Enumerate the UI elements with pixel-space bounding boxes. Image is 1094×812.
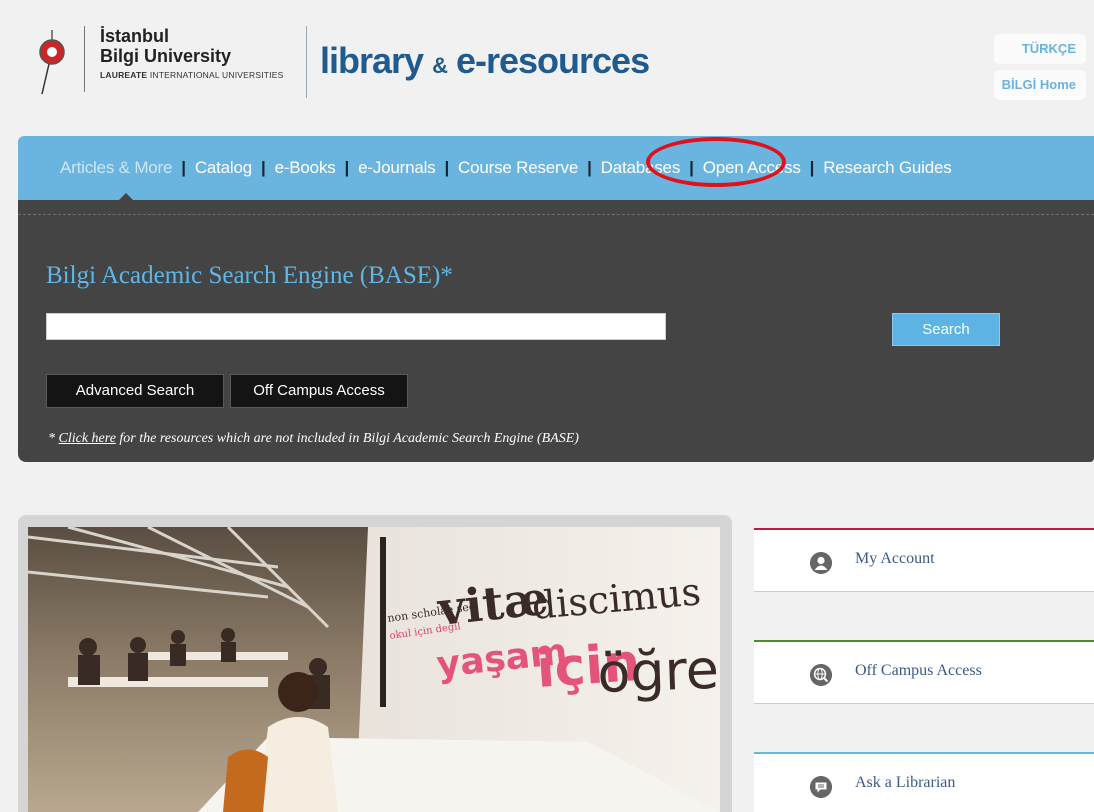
- logo-divider: [84, 26, 85, 92]
- sidebar-item-off-campus-access[interactable]: Off Campus Access: [754, 640, 1094, 704]
- header-divider: [306, 26, 307, 98]
- nav-separator: |: [181, 158, 186, 177]
- bilgi-home-button[interactable]: BİLGİ Home: [994, 70, 1086, 100]
- nav-catalog[interactable]: Catalog: [195, 158, 252, 178]
- language-button[interactable]: TÜRKÇE: [994, 34, 1086, 64]
- base-note: * Click here for the resources which are…: [48, 431, 579, 447]
- nav-separator: |: [344, 158, 350, 177]
- chat-icon: [810, 776, 832, 798]
- nav-separator: |: [587, 158, 592, 177]
- sidebar-accent-line: [754, 528, 1094, 530]
- site-title-eresources: e-resources: [455, 40, 650, 81]
- hero-image: non scholae sed okul için değil vitæ dis…: [28, 527, 720, 812]
- active-tab-pointer: [114, 193, 138, 205]
- panel-dashed-line: [18, 214, 1094, 215]
- sidebar-label-off-campus-access: Off Campus Access: [855, 662, 982, 679]
- laureate-rest: INTERNATIONAL UNIVERSITIES: [149, 70, 284, 80]
- nav-ebooks[interactable]: e-Books: [275, 158, 336, 178]
- university-logo-icon[interactable]: [30, 28, 70, 98]
- nav-articles-more[interactable]: Articles & More: [60, 158, 172, 178]
- off-campus-access-button[interactable]: Off Campus Access: [230, 374, 408, 408]
- university-line-3: LAUREATE INTERNATIONAL UNIVERSITIES: [100, 70, 283, 80]
- nav-databases[interactable]: Databases: [601, 158, 681, 178]
- nav-separator: |: [261, 158, 266, 177]
- search-title: Bilgi Academic Search Engine (BASE)*: [46, 262, 453, 289]
- advanced-search-button[interactable]: Advanced Search: [46, 374, 224, 408]
- sidebar-accent-line: [754, 640, 1094, 642]
- university-name[interactable]: İstanbul Bilgi University LAUREATE INTER…: [100, 26, 283, 80]
- nav-research-guides[interactable]: Research Guides: [823, 158, 952, 178]
- globe-search-icon: [810, 664, 832, 686]
- note-prefix: *: [48, 431, 59, 446]
- main-nav: Articles & More | Catalog | e-Books | e-…: [18, 136, 1094, 200]
- search-button[interactable]: Search: [892, 313, 1000, 346]
- sidebar-item-ask-a-librarian[interactable]: Ask a Librarian: [754, 752, 1094, 812]
- sidebar-item-my-account[interactable]: My Account: [754, 528, 1094, 592]
- university-line-2: Bilgi University: [100, 46, 232, 66]
- university-line-1: İstanbul: [100, 26, 170, 46]
- hero-text-ogren: öğren: [596, 637, 720, 705]
- sidebar-label-my-account: My Account: [855, 550, 935, 567]
- user-icon: [810, 552, 832, 574]
- click-here-link[interactable]: Click here: [59, 431, 116, 446]
- site-title-library: library: [320, 40, 424, 81]
- laureate-word: LAUREATE: [100, 70, 148, 80]
- nav-separator: |: [689, 158, 694, 177]
- site-title-amp: &: [432, 53, 448, 78]
- note-text: for the resources which are not included…: [115, 431, 579, 446]
- nav-open-access[interactable]: Open Access: [703, 158, 801, 178]
- sidebar-label-ask-a-librarian: Ask a Librarian: [855, 774, 956, 791]
- site-title[interactable]: library & e-resources: [320, 40, 650, 82]
- sidebar-accent-line: [754, 752, 1094, 754]
- nav-ejournals[interactable]: e-Journals: [358, 158, 436, 178]
- search-input[interactable]: [46, 313, 666, 340]
- nav-course-reserve[interactable]: Course Reserve: [458, 158, 578, 178]
- nav-separator: |: [809, 158, 815, 177]
- nav-separator: |: [444, 158, 450, 177]
